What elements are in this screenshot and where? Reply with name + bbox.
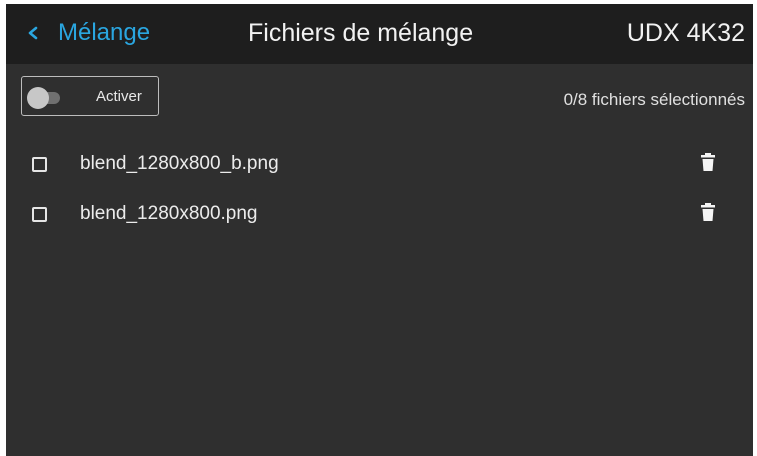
header-bar: Mélange Fichiers de mélange UDX 4K32 bbox=[6, 4, 753, 64]
file-name: blend_1280x800.png bbox=[80, 203, 258, 224]
file-checkbox[interactable] bbox=[32, 207, 47, 222]
switch-thumb bbox=[27, 87, 49, 109]
screen: Mélange Fichiers de mélange UDX 4K32 Act… bbox=[6, 4, 753, 456]
toggle-label: Activer bbox=[96, 88, 142, 105]
trash-icon[interactable] bbox=[700, 202, 716, 222]
file-name: blend_1280x800_b.png bbox=[80, 153, 279, 174]
device-model: UDX 4K32 bbox=[626, 19, 745, 47]
back-button[interactable]: Mélange bbox=[24, 19, 150, 47]
selection-count: 0/8 fichiers sélectionnés bbox=[563, 90, 745, 109]
file-row: blend_1280x800.png bbox=[6, 195, 753, 235]
chevron-left-icon bbox=[28, 26, 38, 40]
page-title: Fichiers de mélange bbox=[248, 19, 474, 47]
activate-toggle[interactable]: Activer bbox=[21, 76, 159, 116]
back-label: Mélange bbox=[58, 19, 151, 46]
file-row: blend_1280x800_b.png bbox=[6, 145, 753, 185]
file-checkbox[interactable] bbox=[32, 157, 47, 172]
trash-icon[interactable] bbox=[700, 152, 716, 172]
